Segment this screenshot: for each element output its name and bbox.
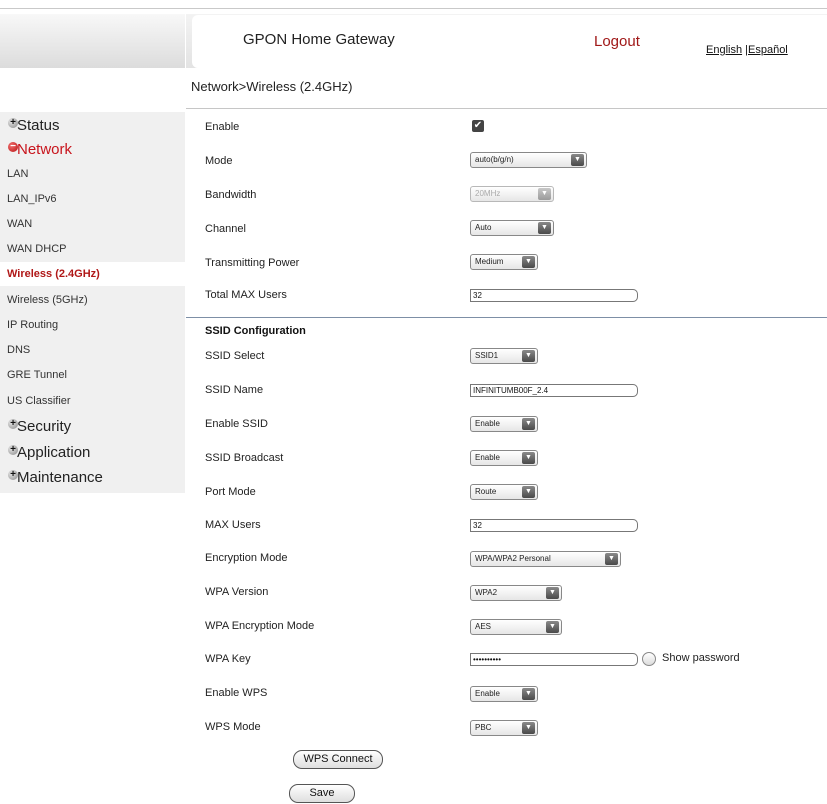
language-switcher: English |Español: [706, 44, 788, 56]
wpa-encryption-mode-select[interactable]: AES ▼: [470, 619, 562, 635]
ssid-config-header: SSID Configuration: [205, 325, 306, 337]
show-password-toggle[interactable]: [642, 652, 656, 666]
sidebar-item-gre-tunnel[interactable]: GRE Tunnel: [0, 363, 185, 387]
chevron-down-icon: ▼: [571, 154, 584, 166]
port-mode-select[interactable]: Route ▼: [470, 484, 538, 500]
sidebar-item-label: Application: [17, 444, 91, 461]
wps-connect-button[interactable]: WPS Connect: [293, 750, 383, 769]
sidebar-item-label: Status: [17, 117, 60, 134]
chevron-down-icon: ▼: [522, 256, 535, 268]
enable-ssid-label: Enable SSID: [205, 418, 268, 430]
chevron-down-icon: ▼: [522, 350, 535, 362]
chevron-down-icon: ▼: [605, 553, 618, 565]
breadcrumb: Network>Wireless (2.4GHz): [191, 79, 353, 94]
max-users-label: MAX Users: [205, 519, 261, 531]
sidebar-item-wan[interactable]: WAN: [0, 212, 185, 236]
section-divider: [186, 317, 827, 318]
chevron-down-icon: ▼: [522, 486, 535, 498]
lang-espanol-link[interactable]: Español: [748, 44, 788, 56]
sidebar-item-wireless-24ghz[interactable]: Wireless (2.4GHz): [0, 262, 185, 286]
sidebar-item-label: Maintenance: [17, 469, 103, 486]
ssid-select[interactable]: SSID1 ▼: [470, 348, 538, 364]
wpa-key-input[interactable]: ••••••••••: [470, 653, 638, 666]
ssid-name-input[interactable]: INFINITUMB00F_2.4: [470, 384, 638, 397]
mode-label: Mode: [205, 155, 233, 167]
chevron-down-icon: ▼: [522, 418, 535, 430]
total-max-users-label: Total MAX Users: [205, 289, 287, 301]
lang-english-link[interactable]: English: [706, 44, 742, 56]
port-mode-label: Port Mode: [205, 486, 256, 498]
bandwidth-select[interactable]: 20MHz ▼: [470, 186, 554, 202]
channel-select[interactable]: Auto ▼: [470, 220, 554, 236]
tx-power-label: Transmitting Power: [205, 257, 300, 269]
ssid-broadcast-label: SSID Broadcast: [205, 452, 284, 464]
show-password-label: Show password: [662, 652, 740, 664]
chevron-down-icon: ▼: [522, 452, 535, 464]
total-max-users-input[interactable]: 32: [470, 289, 638, 302]
wpa-encryption-mode-label: WPA Encryption Mode: [205, 620, 315, 632]
chevron-down-icon: ▼: [546, 621, 559, 633]
encryption-mode-select[interactable]: WPA/WPA2 Personal ▼: [470, 551, 621, 567]
ssid-name-label: SSID Name: [205, 384, 264, 396]
bandwidth-label: Bandwidth: [205, 189, 257, 201]
encryption-mode-label: Encryption Mode: [205, 552, 288, 564]
sidebar-item-lan-ipv6[interactable]: LAN_IPv6: [0, 187, 185, 211]
app-title: GPON Home Gateway: [243, 31, 395, 48]
sidebar-item-status[interactable]: + Status: [0, 113, 185, 137]
wpa-version-label: WPA Version: [205, 586, 269, 598]
chevron-down-icon: ▼: [538, 188, 551, 200]
chevron-down-icon: ▼: [546, 587, 559, 599]
sidebar-item-maintenance[interactable]: + Maintenance: [0, 465, 185, 489]
ssid-broadcast-select[interactable]: Enable ▼: [470, 450, 538, 466]
chevron-down-icon: ▼: [522, 688, 535, 700]
max-users-input[interactable]: 32: [470, 519, 638, 532]
sidebar-item-label: Security: [17, 418, 72, 435]
mode-select[interactable]: auto(b/g/n) ▼: [470, 152, 587, 168]
top-divider: [0, 8, 827, 9]
logout-link[interactable]: Logout: [594, 33, 640, 50]
sidebar-item-ip-routing[interactable]: IP Routing: [0, 313, 185, 337]
save-button[interactable]: Save: [289, 784, 355, 803]
logo-banner: [0, 14, 185, 68]
sidebar-item-dns[interactable]: DNS: [0, 338, 185, 362]
sidebar-item-application[interactable]: + Application: [0, 440, 185, 464]
enable-wps-select[interactable]: Enable ▼: [470, 686, 538, 702]
enable-checkbox[interactable]: ✔: [472, 120, 484, 132]
sidebar-item-lan[interactable]: LAN: [0, 162, 185, 186]
chevron-down-icon: ▼: [522, 722, 535, 734]
sidebar-item-wireless-5ghz[interactable]: Wireless (5GHz): [0, 288, 185, 312]
sidebar-item-network[interactable]: − Network: [0, 137, 185, 161]
sidebar-item-wan-dhcp[interactable]: WAN DHCP: [0, 237, 185, 261]
enable-label: Enable: [205, 121, 240, 133]
chevron-down-icon: ▼: [538, 222, 551, 234]
ssid-select-label: SSID Select: [205, 350, 265, 362]
wps-mode-select[interactable]: PBC ▼: [470, 720, 538, 736]
sidebar-item-security[interactable]: + Security: [0, 414, 185, 438]
sidebar-item-label: Network: [17, 141, 73, 158]
enable-ssid-select[interactable]: Enable ▼: [470, 416, 538, 432]
wpa-version-select[interactable]: WPA2 ▼: [470, 585, 562, 601]
channel-label: Channel: [205, 223, 246, 235]
breadcrumb-divider: [186, 108, 827, 109]
wps-mode-label: WPS Mode: [205, 721, 261, 733]
wpa-key-label: WPA Key: [205, 653, 251, 665]
sidebar-item-us-classifier[interactable]: US Classifier: [0, 389, 185, 413]
tx-power-select[interactable]: Medium ▼: [470, 254, 538, 270]
enable-wps-label: Enable WPS: [205, 687, 268, 699]
